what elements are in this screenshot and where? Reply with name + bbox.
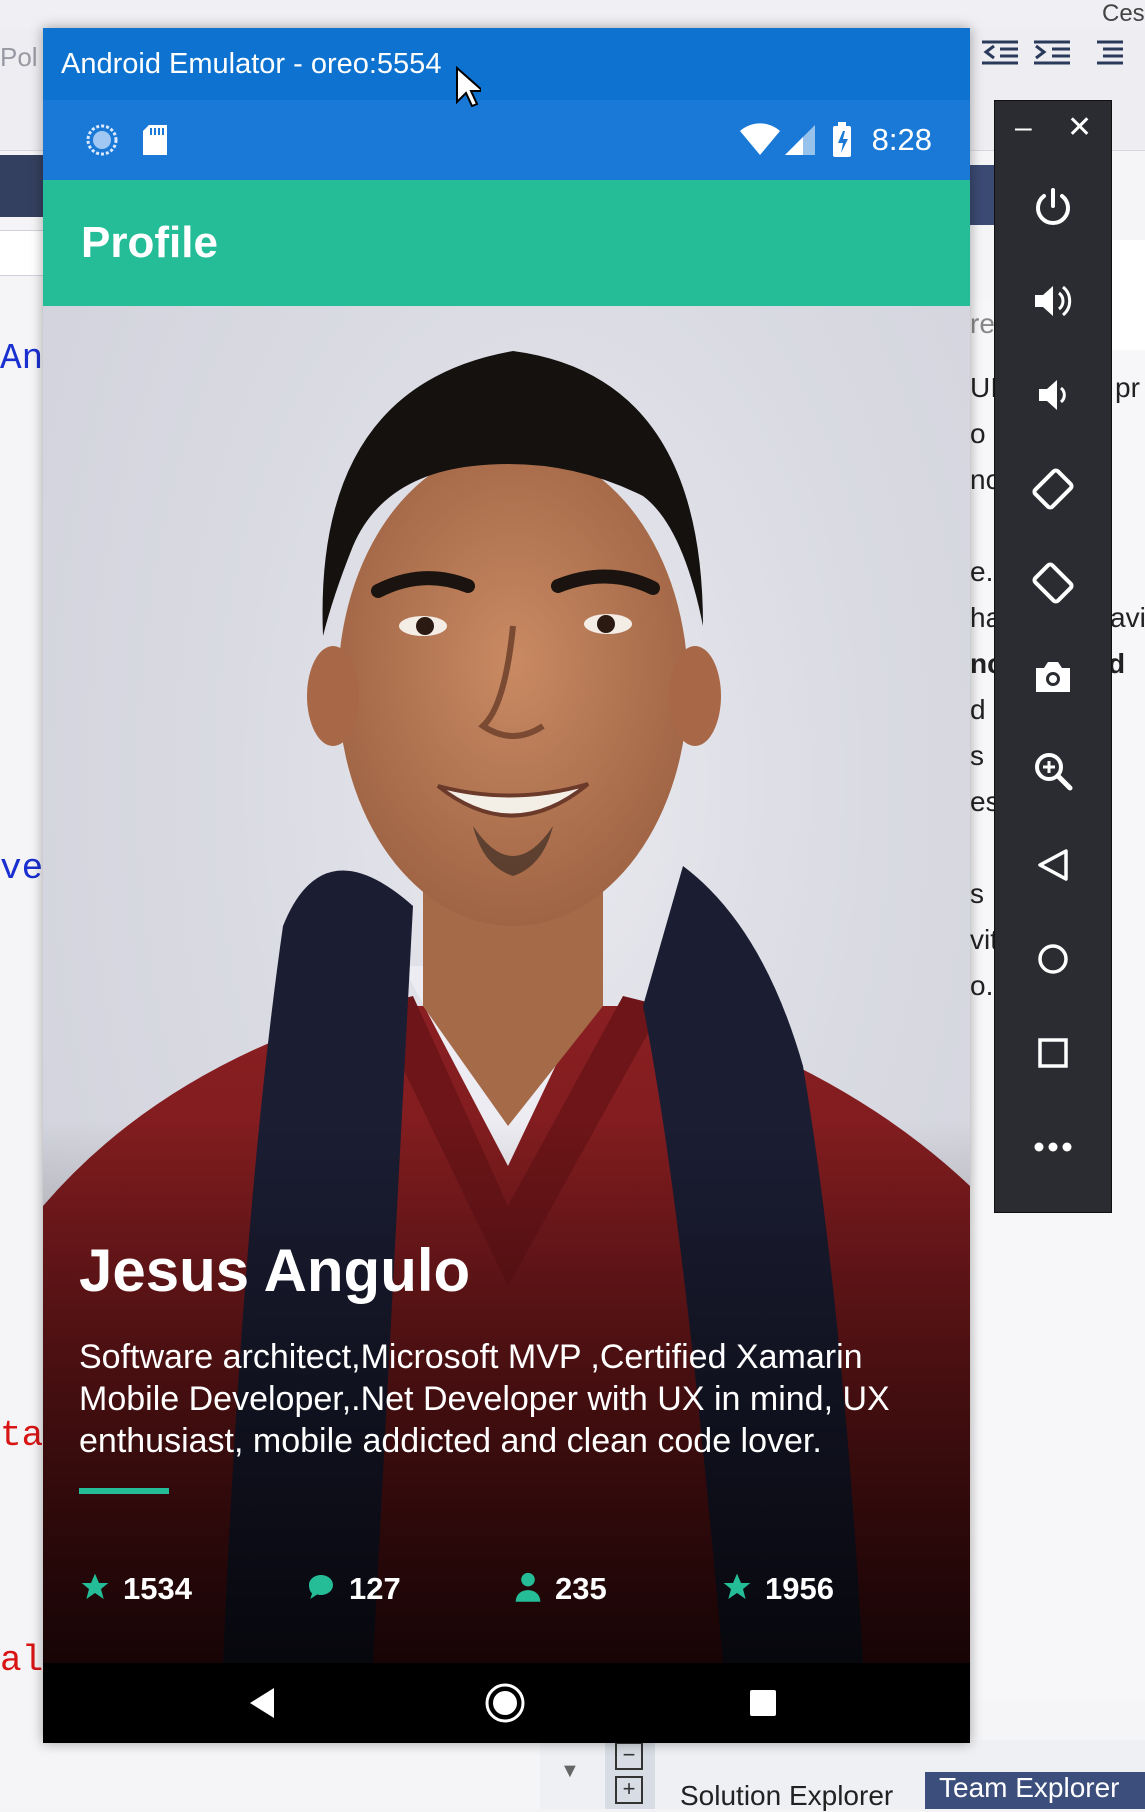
star-icon	[721, 1571, 753, 1608]
stat-value: 1956	[765, 1571, 834, 1606]
ide-editor-line	[0, 230, 45, 276]
emulator-title-bar[interactable]: Android Emulator - oreo:5554	[43, 28, 970, 100]
ide-right-bar	[1108, 240, 1145, 350]
code-fragment: ta	[0, 1415, 44, 1456]
screenshot-button[interactable]	[1023, 649, 1083, 709]
person-icon	[513, 1571, 543, 1608]
close-button[interactable]: ✕	[1067, 113, 1092, 143]
star-icon	[79, 1571, 111, 1608]
more-button[interactable]	[1023, 1119, 1083, 1179]
volume-down-icon	[1033, 375, 1073, 420]
stat-followers[interactable]: 235	[513, 1564, 607, 1614]
ide-title-strip	[0, 0, 1145, 28]
rotate-right-button[interactable]	[1023, 555, 1083, 615]
profile-photo: Jesus Angulo Software architect,Microsof…	[43, 306, 970, 1663]
android-nav-bar	[43, 1663, 970, 1743]
status-bar: 8:28	[43, 100, 970, 180]
emulator-side-panel: – ✕	[994, 100, 1112, 1213]
stat-value: 1534	[123, 1571, 192, 1606]
zoom-button[interactable]	[1023, 743, 1083, 803]
home-icon	[1036, 942, 1070, 981]
ide-text-fragment: re	[970, 308, 995, 339]
profile-bio: Software architect,Microsoft MVP ,Certif…	[79, 1338, 890, 1460]
chevron-down-icon[interactable]: ▼	[560, 1760, 580, 1783]
power-icon	[1032, 186, 1074, 233]
rotate-left-icon	[1029, 465, 1077, 518]
stat-favorites[interactable]: 1956	[721, 1564, 834, 1614]
ide-title-text: Ces	[1102, 0, 1145, 27]
overview-button[interactable]	[1023, 1025, 1083, 1085]
stat-comments[interactable]: 127	[305, 1564, 401, 1614]
ide-text-fragment: s	[970, 740, 984, 771]
power-button[interactable]	[1023, 179, 1083, 239]
stat-value: 235	[555, 1571, 607, 1606]
mouse-cursor-icon	[455, 65, 486, 113]
ide-text-fragment: pr	[1115, 372, 1140, 403]
rotate-right-icon	[1029, 559, 1077, 612]
cell-signal-icon	[783, 100, 817, 180]
profile-name: Jesus Angulo	[79, 1237, 471, 1304]
ide-dropdown-text[interactable]: Pol	[0, 42, 38, 73]
stat-value: 127	[349, 1571, 401, 1606]
list-icon[interactable]	[1090, 38, 1130, 74]
ide-text-fragment: avid	[1110, 602, 1145, 633]
nav-home-button[interactable]	[465, 1663, 545, 1743]
expand-button[interactable]: +	[615, 1776, 643, 1804]
status-time: 8:28	[871, 122, 932, 157]
outdent-icon[interactable]	[980, 38, 1020, 74]
sd-card-icon	[141, 100, 169, 180]
zoom-icon	[1032, 750, 1074, 797]
ide-text-fragment: o	[970, 418, 986, 449]
tab-team-explorer[interactable]: Team Explorer	[925, 1772, 1145, 1809]
nav-back-button[interactable]	[223, 1663, 303, 1743]
back-icon	[1036, 847, 1070, 888]
ide-text-fragment: s	[970, 878, 984, 909]
volume-down-button[interactable]	[1023, 367, 1083, 427]
emulator-title: Android Emulator - oreo:5554	[61, 48, 442, 80]
more-icon	[1033, 1140, 1073, 1158]
volume-up-icon	[1031, 281, 1075, 326]
app-bar: Profile	[43, 180, 970, 306]
back-button[interactable]	[1023, 837, 1083, 897]
tab-solution-explorer[interactable]: Solution Explorer	[680, 1780, 893, 1812]
rotate-left-button[interactable]	[1023, 461, 1083, 521]
wifi-icon	[738, 100, 782, 180]
collapse-button[interactable]: −	[615, 1742, 643, 1770]
comment-icon	[305, 1571, 337, 1608]
home-button[interactable]	[1023, 931, 1083, 991]
stat-stars[interactable]: 1534	[79, 1564, 192, 1614]
minimize-button[interactable]: –	[1015, 113, 1032, 143]
camera-icon	[1032, 658, 1074, 701]
ide-tab-strip	[0, 155, 45, 217]
ide-text-fragment: d	[970, 694, 986, 725]
code-fragment: al	[0, 1640, 44, 1681]
emulator-window: Android Emulator - oreo:5554 8:28 Profil…	[43, 28, 970, 1743]
sync-icon	[85, 100, 119, 180]
nav-overview-button[interactable]	[723, 1663, 803, 1743]
ide-text-fragment: o.	[970, 970, 994, 1001]
battery-charging-icon	[831, 100, 853, 180]
page-title: Profile	[81, 218, 218, 267]
indent-icon[interactable]	[1032, 38, 1072, 74]
accent-divider	[79, 1488, 169, 1494]
overview-icon	[1037, 1037, 1069, 1074]
volume-up-button[interactable]	[1023, 273, 1083, 333]
